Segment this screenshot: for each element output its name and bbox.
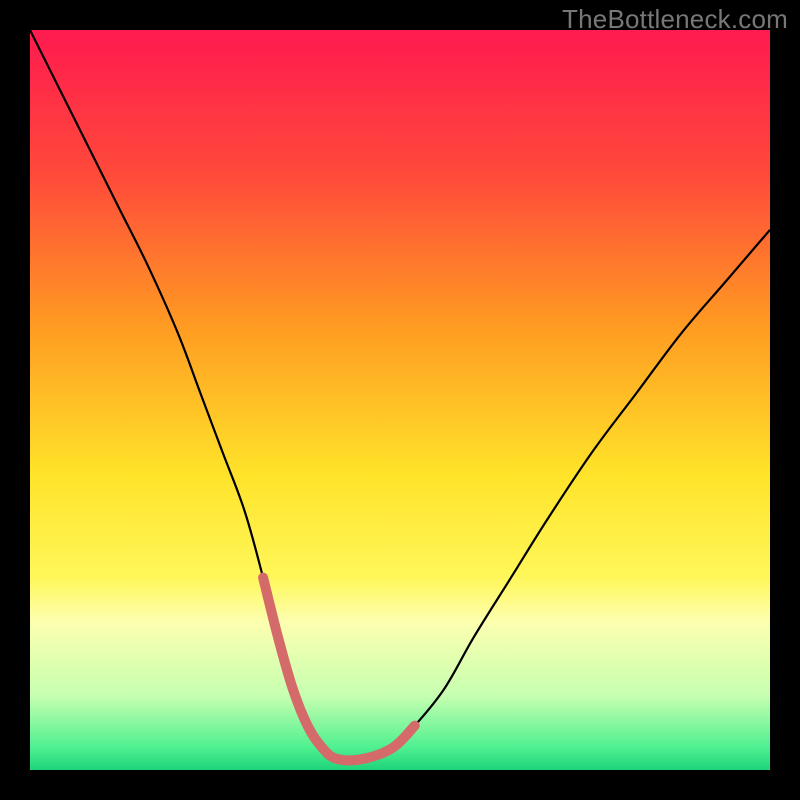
chart-frame: TheBottleneck.com (0, 0, 800, 800)
chart-plot-area (30, 30, 770, 770)
chart-svg (30, 30, 770, 770)
watermark-text: TheBottleneck.com (562, 4, 788, 35)
chart-background (30, 30, 770, 770)
